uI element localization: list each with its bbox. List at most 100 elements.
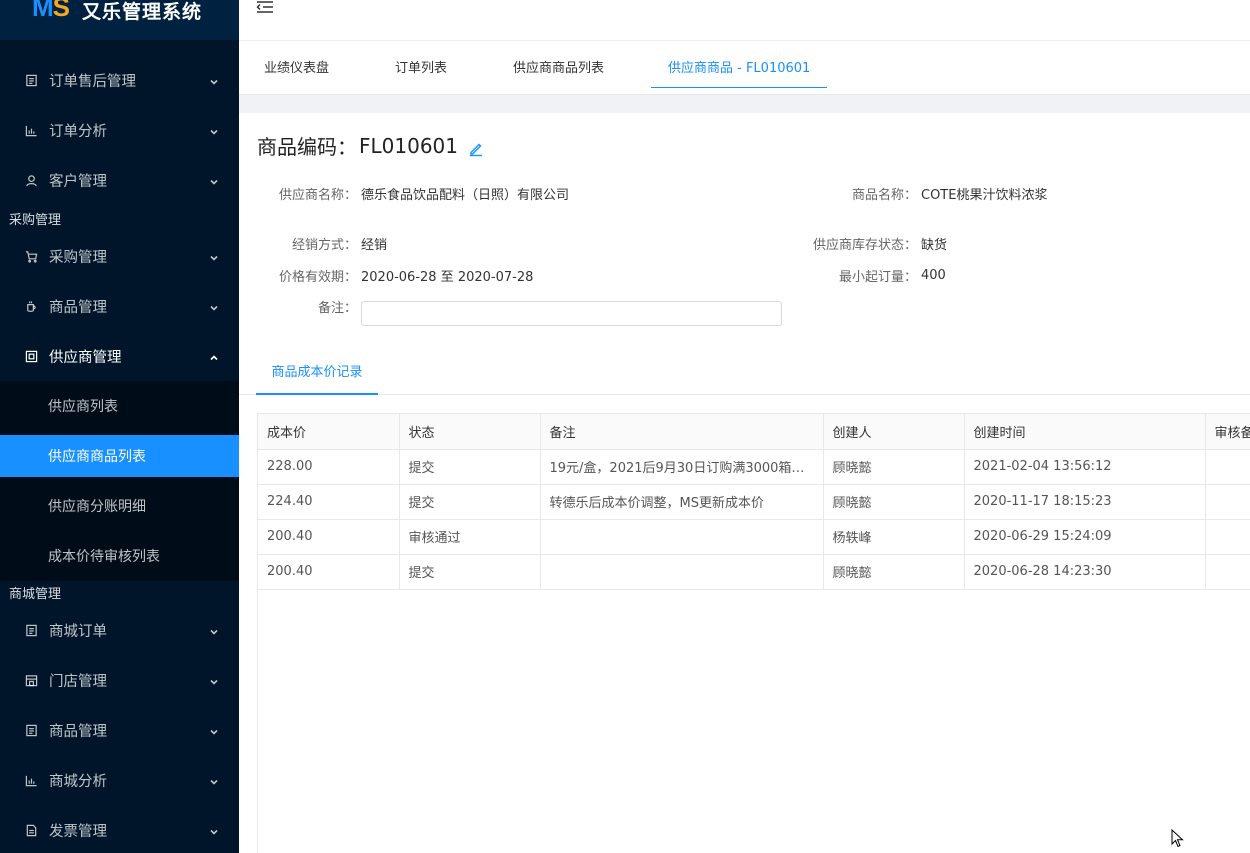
- min-order-label: 最小起订量：: [838, 270, 917, 285]
- table-row[interactable]: 228.00 提交 19元/盒，2021后9月30日订购满3000箱，返0...…: [258, 449, 1250, 485]
- sidebar-item-products[interactable]: 商品管理: [0, 281, 239, 331]
- sidebar: MS 又乐管理系统 订单售后管理 订单分析 客户管理 采购管理 采购管理 商品管…: [0, 0, 239, 853]
- user-icon: [24, 173, 38, 187]
- table-cell: 杨轶峰: [823, 519, 965, 555]
- stock-status-value: 缺货: [921, 238, 948, 253]
- product-name-value: COTE桃果汁饮料浓浆: [921, 188, 1048, 203]
- table-cell: [1205, 554, 1250, 590]
- sidebar-subitem-cost-review[interactable]: 成本价待审核列表: [0, 531, 239, 581]
- supplier-name-label: 供应商名称：: [278, 188, 357, 203]
- remark-label: 备注：: [317, 301, 357, 316]
- validity-value: 2020-06-28 至 2020-07-28: [361, 270, 534, 285]
- bar-chart-icon: [24, 123, 38, 137]
- tab-cost-price-records[interactable]: 商品成本价记录: [256, 356, 378, 395]
- sidebar-item-label: 商城订单: [49, 623, 107, 640]
- cup-icon: [24, 299, 38, 313]
- table-cell: 提交: [399, 449, 541, 485]
- sidebar-item-invoices[interactable]: 发票管理: [0, 805, 239, 853]
- chevron-down-icon: [209, 251, 219, 261]
- document-icon: [24, 73, 38, 87]
- column-header[interactable]: 状态: [399, 414, 541, 450]
- sidebar-subitem-supplier-products[interactable]: 供应商商品列表: [0, 435, 239, 477]
- menu-group-purchase: 采购管理: [9, 213, 62, 228]
- table-cell: 顾晓懿: [823, 484, 965, 520]
- document-icon: [24, 723, 38, 737]
- document-icon: [24, 623, 38, 637]
- sidebar-item-suppliers[interactable]: 供应商管理: [0, 331, 239, 381]
- sidebar-item-mall-analysis[interactable]: 商城分析: [0, 755, 239, 805]
- tab-dashboard[interactable]: 业绩仪表盘: [247, 41, 346, 88]
- table-cell: 200.40: [258, 519, 400, 555]
- table-cell: 2021-02-04 13:56:12: [964, 449, 1206, 485]
- supplier-submenu: 供应商列表 供应商商品列表 供应商分账明细 成本价待审核列表: [0, 381, 239, 581]
- supplier-name-value: 德乐食品饮品配料（日照）有限公司: [361, 188, 570, 203]
- table-cell: 提交: [399, 554, 541, 590]
- sidebar-item-label: 订单售后管理: [49, 73, 136, 90]
- table-cell: [1205, 519, 1250, 555]
- table-cell: [540, 554, 824, 590]
- sidebar-item-customers[interactable]: 客户管理: [0, 155, 239, 205]
- table-cell: 2020-11-17 18:15:23: [964, 484, 1206, 520]
- remark-field: 备注：: [239, 297, 357, 316]
- table-cell: 228.00: [258, 449, 400, 485]
- menu-group-mall: 商城管理: [9, 587, 62, 602]
- detail-subtabs: 商品成本价记录: [239, 356, 1250, 395]
- chevron-down-icon: [209, 301, 219, 311]
- chevron-down-icon: [209, 125, 219, 135]
- product-detail-panel: 商品编码： FL010601 供应商名称： 德乐食品饮品配料（日照）有限公司 商…: [239, 113, 1250, 853]
- sidebar-item-mall-products[interactable]: 商品管理: [0, 705, 239, 755]
- edit-icon[interactable]: [468, 138, 484, 156]
- logo-mark: MS: [32, 0, 70, 22]
- table-header-row: 成本价 状态 备注 创建人 创建时间 审核备: [258, 414, 1250, 450]
- sidebar-item-stores[interactable]: 门店管理: [0, 655, 239, 705]
- table-cell: 200.40: [258, 554, 400, 590]
- sidebar-item-label: 商品管理: [49, 723, 107, 740]
- menu-fold-icon[interactable]: [256, 0, 274, 16]
- top-header: [239, 0, 1250, 41]
- page-tabs: 业绩仪表盘 订单列表 供应商商品列表 供应商商品 - FL010601: [239, 41, 1250, 95]
- product-name-label: 商品名称：: [851, 188, 917, 203]
- stock-status-field: 供应商库存状态： 缺货: [799, 234, 947, 253]
- column-header[interactable]: 审核备: [1205, 414, 1250, 450]
- page-title: 商品编码： FL010601: [257, 131, 484, 160]
- chevron-down-icon: [209, 825, 219, 835]
- sidebar-item-after-sales[interactable]: 订单售后管理: [0, 55, 239, 105]
- sales-mode-label: 经销方式：: [291, 238, 357, 253]
- table-cell: [540, 519, 824, 555]
- table-row[interactable]: 200.40 审核通过 杨轶峰 2020-06-29 15:24:09: [258, 519, 1250, 555]
- chevron-down-icon: [209, 175, 219, 185]
- table-cell: 224.40: [258, 484, 400, 520]
- sidebar-item-mall-orders[interactable]: 商城订单: [0, 605, 239, 655]
- sidebar-subitem-supplier-ledger[interactable]: 供应商分账明细: [0, 481, 239, 531]
- tab-supplier-product-detail[interactable]: 供应商商品 - FL010601: [651, 41, 828, 88]
- table-cell: 提交: [399, 484, 541, 520]
- validity-label: 价格有效期：: [278, 270, 357, 285]
- sidebar-subitem-supplier-list[interactable]: 供应商列表: [0, 381, 239, 431]
- table-cell: [1205, 449, 1250, 485]
- tab-order-list[interactable]: 订单列表: [378, 41, 464, 88]
- table-row[interactable]: 200.40 提交 顾晓懿 2020-06-28 14:23:30: [258, 554, 1250, 590]
- product-name-field: 商品名称： COTE桃果汁饮料浓浆: [799, 184, 1047, 203]
- mouse-cursor-icon: [1171, 829, 1184, 848]
- tab-supplier-products[interactable]: 供应商商品列表: [496, 41, 621, 88]
- remark-input[interactable]: [361, 301, 782, 326]
- column-header[interactable]: 备注: [540, 414, 824, 450]
- sidebar-item-purchase[interactable]: 采购管理: [0, 231, 239, 281]
- chevron-down-icon: [209, 675, 219, 685]
- min-order-field: 最小起订量： 400: [799, 266, 946, 285]
- sales-mode-field: 经销方式： 经销: [239, 234, 387, 253]
- app-logo[interactable]: MS 又乐管理系统: [0, 0, 239, 40]
- cost-price-table: 成本价 状态 备注 创建人 创建时间 审核备 228.00 提交 19元/盒，2…: [258, 414, 1250, 590]
- table-row[interactable]: 224.40 提交 转德乐后成本价调整，MS更新成本价 顾晓懿 2020-11-…: [258, 484, 1250, 520]
- sidebar-item-label: 订单分析: [49, 123, 107, 140]
- table-cell: 2020-06-28 14:23:30: [964, 554, 1206, 590]
- sidebar-item-label: 门店管理: [49, 673, 107, 690]
- chevron-down-icon: [209, 625, 219, 635]
- sidebar-item-label: 客户管理: [49, 173, 107, 190]
- content-divider: [239, 95, 1250, 113]
- column-header[interactable]: 创建人: [823, 414, 965, 450]
- sidebar-item-order-analysis[interactable]: 订单分析: [0, 105, 239, 155]
- column-header[interactable]: 成本价: [258, 414, 400, 450]
- column-header[interactable]: 创建时间: [964, 414, 1206, 450]
- chevron-up-icon: [209, 351, 219, 361]
